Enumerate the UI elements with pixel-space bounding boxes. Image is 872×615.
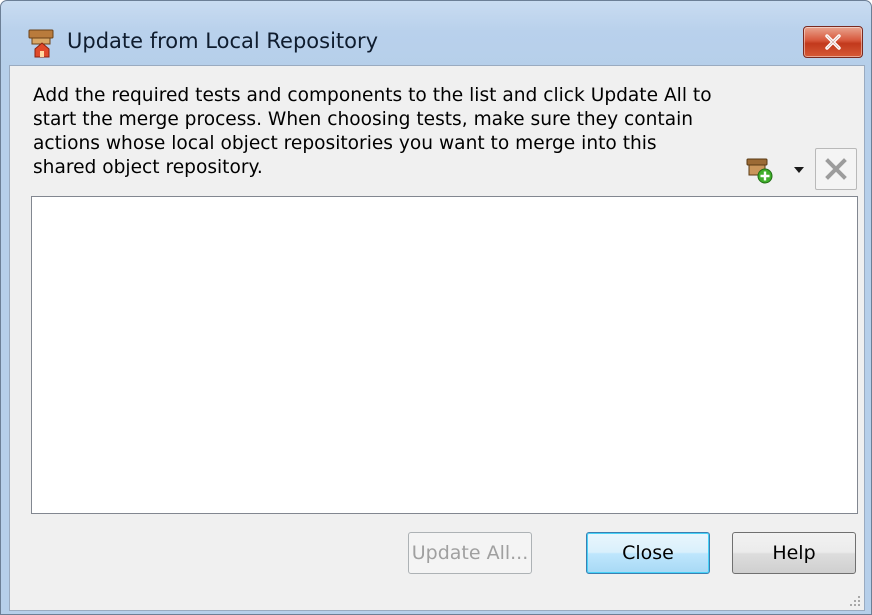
remove-item-button[interactable]: [815, 148, 857, 190]
chevron-down-icon: [794, 167, 804, 173]
help-button[interactable]: Help: [732, 532, 856, 574]
add-test-icon: [746, 158, 773, 184]
add-options-dropdown[interactable]: [790, 161, 808, 179]
add-item-button[interactable]: [741, 154, 777, 186]
update-all-button[interactable]: Update All...: [408, 532, 532, 574]
window-close-button[interactable]: [803, 26, 863, 58]
tests-list[interactable]: [31, 196, 858, 514]
dialog-body: Add the required tests and components to…: [9, 65, 865, 611]
window-title: Update from Local Repository: [67, 29, 379, 53]
repository-icon: [25, 27, 59, 61]
dialog-window: Update from Local Repository Add the req…: [0, 0, 872, 615]
title-bar[interactable]: Update from Local Repository: [1, 1, 871, 65]
resize-grip-icon[interactable]: [848, 594, 862, 608]
instructions-text: Add the required tests and components to…: [33, 85, 712, 178]
close-icon: [825, 34, 841, 50]
close-button[interactable]: Close: [586, 532, 710, 574]
remove-x-icon: [825, 158, 847, 180]
